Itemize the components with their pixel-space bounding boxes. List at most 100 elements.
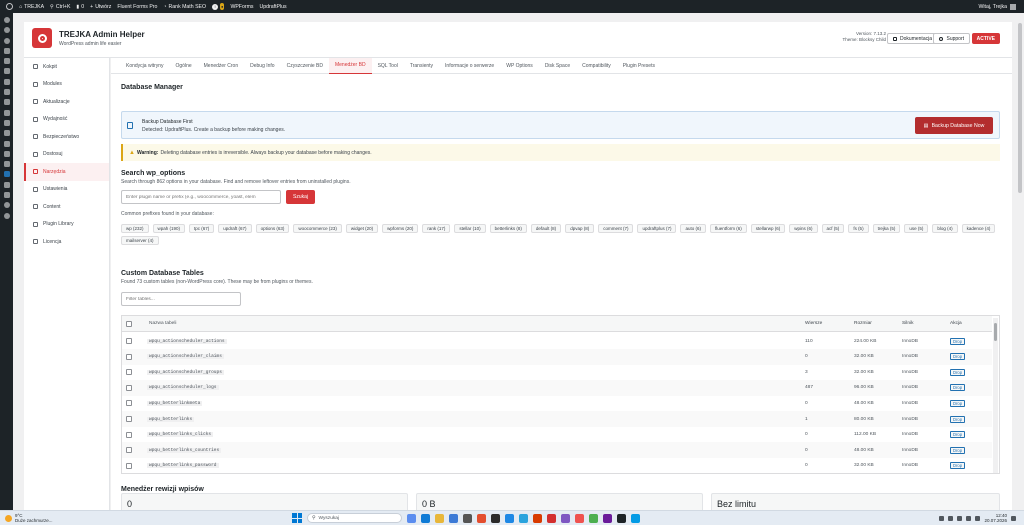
select-all-checkbox[interactable] [126, 320, 132, 327]
updraftplus-link[interactable]: UpdraftPlus [260, 4, 287, 10]
prefix-chip[interactable]: kadence (4) [961, 224, 996, 233]
sidebar-item-content[interactable]: Content [24, 198, 109, 216]
file-explorer-icon[interactable] [435, 513, 444, 523]
prefix-chip[interactable]: updraftplus (7) [637, 224, 677, 233]
row-checkbox[interactable] [126, 384, 132, 391]
tab-kondycja-witryny[interactable]: Kondycja witryny [120, 58, 170, 74]
arrow-menu-icon[interactable] [3, 99, 10, 106]
app-tray-icon[interactable] [948, 515, 954, 521]
row-checkbox[interactable] [126, 400, 132, 407]
appearance-menu-icon[interactable] [3, 130, 10, 137]
edge-icon[interactable] [421, 513, 430, 523]
prefix-chip[interactable]: options (63) [255, 224, 290, 233]
prefix-chip[interactable]: dpvap (8) [565, 224, 595, 233]
tab-compatibility[interactable]: Compatibility [576, 58, 617, 74]
row-checkbox[interactable] [126, 338, 132, 344]
trejka-menu-icon[interactable] [3, 171, 10, 178]
prefix-chip[interactable]: wpins (6) [789, 224, 818, 233]
row-checkbox[interactable] [126, 369, 132, 376]
app-icon-7[interactable] [491, 513, 500, 523]
prefix-chip[interactable]: betterlinks (8) [489, 224, 527, 233]
sidebar-item-ustawienia[interactable]: Ustawienia [24, 181, 109, 199]
chevron-up-icon[interactable] [939, 515, 945, 521]
sidebar-item-narzedzia[interactable]: Narzędzia [24, 163, 109, 181]
app-icon-8[interactable] [505, 513, 514, 523]
tab-czyszczenie-bd[interactable]: Czyszczenie BD [281, 58, 329, 74]
command-palette-button[interactable]: ⚲ Ctrl+K [50, 4, 70, 10]
arrow-menu-icon-2[interactable] [3, 109, 10, 116]
app-icon-12[interactable] [561, 513, 570, 523]
sidebar-item-licencja[interactable]: Licencja [24, 233, 109, 251]
dashboard-menu-icon[interactable] [3, 17, 10, 23]
support-button[interactable]: Support [933, 33, 970, 44]
wp-logo-menu[interactable] [6, 3, 13, 10]
clock[interactable]: 12:40 20.07.2026 [984, 513, 1007, 523]
prefix-chip[interactable]: updraft (67) [218, 224, 252, 233]
prefix-chip[interactable]: stellarwp (6) [750, 224, 786, 233]
links-menu-icon[interactable] [3, 119, 10, 126]
prefix-chip[interactable]: auto (6) [680, 224, 706, 233]
volume-icon[interactable] [966, 515, 972, 521]
tab-menedzer-bd[interactable]: Menedżer BD [328, 58, 372, 74]
tab-debug-info[interactable]: Debug Info [244, 58, 280, 74]
prefix-chip[interactable]: default (8) [530, 224, 562, 233]
app-icon-15[interactable] [603, 513, 612, 523]
prefix-chip[interactable]: tpc (67) [189, 224, 215, 233]
prefix-chip[interactable]: blog (4) [932, 224, 958, 233]
drop-button[interactable]: Drop [950, 337, 966, 345]
prefix-chip[interactable]: wpah (190) [152, 224, 186, 233]
weather-widget[interactable]: 9°C Duże zachmurze... [5, 513, 53, 523]
app-icon-10[interactable] [533, 513, 542, 523]
tab-sql-tool[interactable]: SQL Tool [372, 58, 404, 74]
fluent-forms-link[interactable]: Fluent Forms Pro [117, 4, 157, 10]
drop-button[interactable]: Drop [950, 368, 966, 376]
prefix-chip[interactable]: use (5) [904, 224, 929, 233]
row-checkbox[interactable] [126, 416, 132, 422]
rank-math-menu-icon[interactable] [3, 37, 10, 44]
sidebar-item-bezpieczenstwo[interactable]: Bezpieczeństwo [24, 128, 109, 146]
prefix-chip[interactable]: fs (5) [848, 224, 869, 233]
new-content-menu[interactable]: + Utwórz [90, 4, 111, 10]
tab-ogolne[interactable]: Ogólne [170, 58, 198, 74]
prefix-chip[interactable]: comment (7) [598, 224, 634, 233]
page-scrollbar[interactable] [1016, 13, 1024, 510]
prefix-chip[interactable]: rank (17) [422, 224, 451, 233]
users-menu-icon[interactable] [3, 150, 10, 157]
notifications-icon[interactable] [1011, 515, 1016, 521]
prefix-chip[interactable]: acf (5) [821, 224, 845, 233]
forms-menu-icon[interactable] [3, 89, 10, 96]
documentation-button[interactable]: Dokumentacja [887, 33, 938, 44]
drop-button[interactable]: Drop [950, 446, 966, 454]
plugins-menu-icon[interactable] [3, 140, 10, 147]
tab-informacje-o-serwerze[interactable]: Informacje o serwerze [439, 58, 500, 74]
tab-disk-space[interactable]: Disk Space [539, 58, 576, 74]
prefix-chip[interactable]: wp (232) [121, 224, 149, 233]
row-checkbox[interactable] [126, 431, 132, 438]
app-icon-13[interactable] [575, 513, 584, 523]
tab-menedzer-cron[interactable]: Menedżer Cron [198, 58, 244, 74]
tools-menu-icon[interactable] [3, 161, 10, 168]
drop-button[interactable]: Drop [950, 431, 966, 439]
settings-menu-icon[interactable] [3, 181, 10, 188]
pages-menu-icon[interactable] [3, 68, 10, 75]
collapse-menu-icon[interactable] [3, 212, 10, 219]
tab-transienty[interactable]: Transienty [404, 58, 439, 74]
sidebar-item-wydajnosc[interactable]: Wydajność [24, 111, 109, 129]
prefix-chip[interactable]: stellar (10) [454, 224, 486, 233]
backup-database-button[interactable]: ▤ Backup Database Now [915, 117, 993, 134]
filezilla-icon[interactable] [547, 513, 556, 523]
sidebar-item-dostosuj[interactable]: Dostosuj [24, 146, 109, 164]
firefox-icon[interactable] [477, 513, 486, 523]
notifications-link[interactable]: ! ● [212, 3, 225, 10]
app-icon-17[interactable] [631, 513, 640, 523]
table-scrollbar[interactable] [993, 318, 998, 473]
comments-menu-icon[interactable] [3, 78, 10, 85]
prefix-chip[interactable]: trejka (5) [872, 224, 901, 233]
posts-menu-icon[interactable] [3, 47, 10, 54]
store-icon[interactable] [449, 513, 458, 523]
prefix-chip[interactable]: woocommerce (23) [293, 224, 342, 233]
wpforms-link[interactable]: WPForms [230, 4, 253, 10]
comments-link[interactable]: ▮ 0 [76, 4, 84, 10]
row-checkbox[interactable] [126, 353, 132, 360]
rank-math-link[interactable]: ◔ Rank Math SEO [163, 4, 206, 10]
